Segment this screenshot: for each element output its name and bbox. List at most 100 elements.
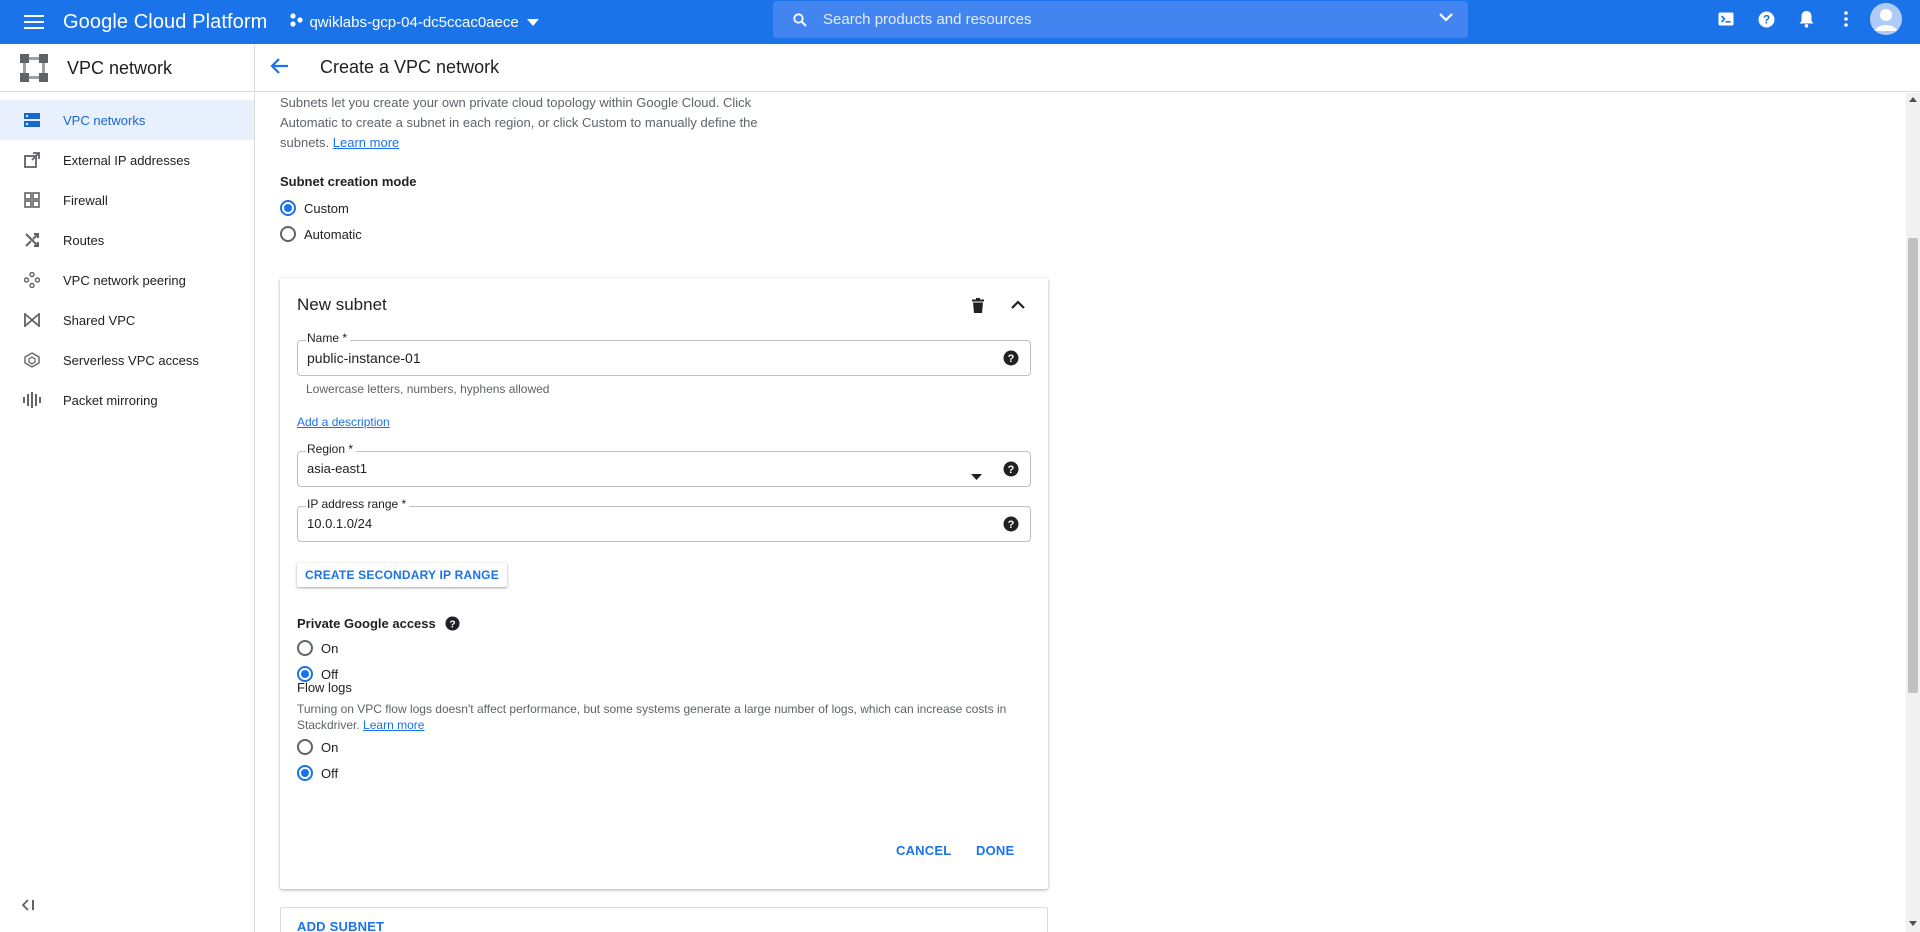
help-icon[interactable]: ? [1003, 461, 1019, 477]
radio-button[interactable] [280, 200, 296, 216]
private-google-access-heading: Private Google access ? [297, 616, 460, 631]
subnet-intro-text: Subnets let you create your own private … [280, 93, 770, 153]
radio-automatic[interactable]: Automatic [280, 221, 417, 247]
main-content: Subnets let you create your own private … [256, 93, 1906, 932]
help-icon[interactable]: ? [1746, 0, 1786, 38]
sidebar-item-vpc-networks[interactable]: VPC networks [0, 100, 254, 140]
field-value: 10.0.1.0/24 [307, 516, 373, 531]
sidebar-item-label: Packet mirroring [63, 392, 158, 408]
sidebar-item-vpc-network-peering[interactable]: VPC network peering [0, 260, 254, 300]
subnet-creation-mode: Subnet creation mode Custom Automatic [280, 174, 417, 247]
sidebar-item-label: Firewall [63, 192, 108, 208]
external-ip-icon [21, 149, 43, 171]
sidebar-item-label: VPC networks [63, 112, 146, 128]
region-select[interactable]: Region * asia-east1 ? [297, 442, 1031, 487]
cancel-button[interactable]: CANCEL [896, 843, 951, 858]
sidebar-item-packet-mirroring[interactable]: Packet mirroring [0, 380, 254, 420]
svg-text:?: ? [1008, 353, 1015, 365]
radio-private-access-on[interactable]: On [297, 635, 338, 661]
radio-label: Custom [304, 200, 349, 216]
sidebar-item-serverless-vpc-access[interactable]: Serverless VPC access [0, 340, 254, 380]
product-title: VPC network [67, 57, 173, 78]
sidebar-item-label: External IP addresses [63, 152, 190, 168]
new-subnet-card: New subnet Name * public-instance-01 ? L… [280, 278, 1048, 889]
svg-text:?: ? [1008, 519, 1015, 531]
search-placeholder: Search products and resources [823, 11, 1032, 28]
top-app-bar: Google Cloud Platform qwiklabs-gcp-04-dc… [0, 0, 1920, 44]
page-scrollbar[interactable] [1906, 93, 1920, 932]
radio-button[interactable] [297, 640, 313, 656]
chevron-up-icon[interactable] [1006, 293, 1030, 317]
create-secondary-ip-range-button[interactable]: CREATE SECONDARY IP RANGE [297, 563, 507, 587]
flow-logs-label: Flow logs [297, 680, 352, 695]
sidebar-item-shared-vpc[interactable]: Shared VPC [0, 300, 254, 340]
page-title: Create a VPC network [320, 57, 500, 77]
scroll-down-arrow-icon[interactable] [1909, 921, 1917, 926]
routes-icon [21, 229, 43, 251]
help-icon[interactable]: ? [445, 616, 460, 631]
radio-button[interactable] [297, 765, 313, 781]
radio-flow-logs-off[interactable]: Off [297, 760, 338, 786]
search-icon [793, 12, 807, 27]
flow-logs-options: On Off [297, 734, 338, 786]
back-arrow-icon[interactable] [270, 56, 298, 80]
radio-button[interactable] [297, 739, 313, 755]
sidebar-item-firewall[interactable]: Firewall [0, 180, 254, 220]
flow-logs-learn-more-link[interactable]: Learn more [363, 718, 424, 732]
radio-custom[interactable]: Custom [280, 195, 417, 221]
card-title: New subnet [297, 295, 387, 314]
help-icon[interactable]: ? [1003, 516, 1019, 532]
notifications-bell-icon[interactable] [1786, 0, 1826, 38]
subnet-name-field[interactable]: Name * public-instance-01 ? [297, 331, 1031, 376]
scroll-up-arrow-icon[interactable] [1909, 97, 1917, 102]
svg-text:?: ? [449, 619, 455, 630]
delete-trash-icon[interactable] [966, 293, 990, 317]
radio-button[interactable] [280, 226, 296, 242]
sidebar-item-label: Shared VPC [63, 312, 136, 328]
field-label: Name * [306, 331, 351, 345]
brand-title[interactable]: Google Cloud Platform [63, 11, 267, 34]
project-name: qwiklabs-gcp-04-dc5ccac0aece [309, 13, 519, 31]
add-subnet-button[interactable]: ADD SUBNET [297, 919, 384, 932]
radio-label: Off [321, 765, 339, 781]
project-selector[interactable]: qwiklabs-gcp-04-dc5ccac0aece [289, 12, 539, 32]
sidebar: VPC networks External IP addresses Firew… [0, 92, 255, 932]
cloud-shell-icon[interactable] [1706, 0, 1746, 38]
add-description-link[interactable]: Add a description [297, 415, 390, 429]
name-hint: Lowercase letters, numbers, hyphens allo… [306, 382, 550, 396]
subnet-mode-label: Subnet creation mode [280, 174, 417, 189]
dropdown-arrow-icon[interactable] [971, 467, 982, 485]
link-text: Add a description [297, 415, 390, 429]
radio-label: Automatic [304, 226, 362, 242]
scrollbar-thumb[interactable] [1908, 238, 1918, 693]
chevron-down-icon[interactable] [1438, 10, 1454, 28]
field-value: public-instance-01 [307, 350, 421, 366]
add-subnet-section: ADD SUBNET [280, 907, 1048, 932]
collapse-sidebar-icon[interactable] [21, 898, 36, 916]
sidebar-item-routes[interactable]: Routes [0, 220, 254, 260]
topbar-actions: ? [1706, 0, 1902, 38]
caret-down-icon [526, 13, 539, 31]
svg-text:?: ? [1008, 464, 1015, 476]
learn-more-link[interactable]: Learn more [333, 135, 399, 150]
vpc-network-logo-icon [19, 53, 49, 83]
ip-range-field[interactable]: IP address range * 10.0.1.0/24 ? [297, 497, 1031, 542]
search-bar[interactable]: Search products and resources [773, 1, 1468, 38]
project-icon [289, 12, 304, 32]
done-button[interactable]: DONE [976, 843, 1014, 858]
flow-logs-description: Turning on VPC flow logs doesn't affect … [297, 701, 1017, 733]
radio-label: On [321, 640, 339, 656]
sidebar-item-label: Routes [63, 232, 105, 248]
avatar[interactable] [1870, 3, 1902, 35]
sidebar-item-external-ip-addresses[interactable]: External IP addresses [0, 140, 254, 180]
peering-icon [21, 269, 43, 291]
shared-vpc-icon [21, 309, 43, 331]
hamburger-menu-icon[interactable] [19, 7, 49, 37]
help-icon[interactable]: ? [1003, 350, 1019, 366]
firewall-icon [21, 189, 43, 211]
packet-mirroring-icon [21, 389, 43, 411]
more-vert-icon[interactable] [1826, 0, 1866, 38]
sidebar-item-label: VPC network peering [63, 272, 186, 288]
radio-flow-logs-on[interactable]: On [297, 734, 338, 760]
product-header: VPC network [0, 44, 255, 92]
